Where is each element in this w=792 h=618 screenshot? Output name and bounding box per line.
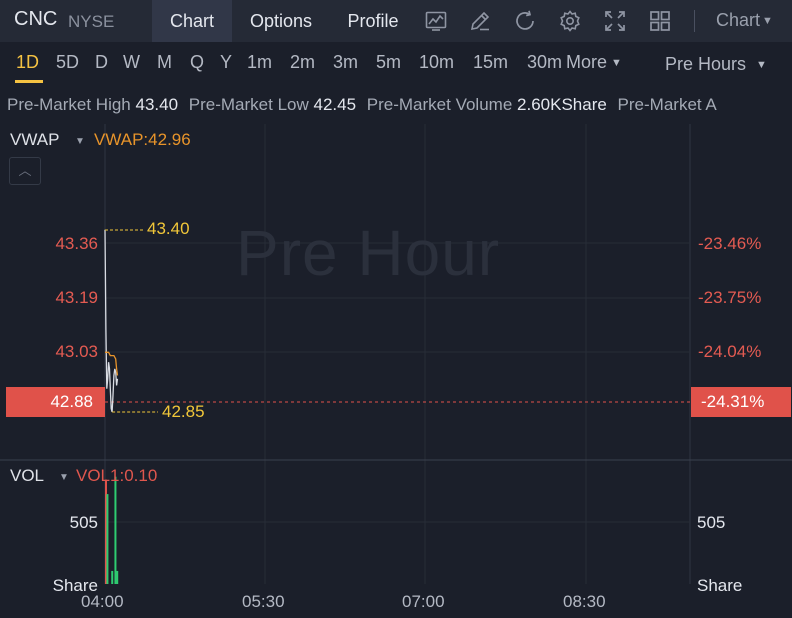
price-series-line xyxy=(104,229,119,413)
volume-bar xyxy=(111,570,114,584)
period-bar: 1D 5D D W M Q Y 1m 2m 3m 5m 10m 15m 30m … xyxy=(0,42,792,88)
period-10m[interactable]: 10m xyxy=(419,52,454,73)
current-percent-tag: -24.31% xyxy=(691,387,791,417)
premarket-high-label: Pre-Market High xyxy=(7,95,131,114)
chart-canvas[interactable] xyxy=(0,124,792,618)
percent-axis-label: -24.04% xyxy=(698,342,762,361)
low-marker-label: 42.85 xyxy=(162,402,205,421)
chevron-down-icon[interactable]: ▼ xyxy=(59,472,69,483)
period-w[interactable]: W xyxy=(123,52,140,73)
tab-profile[interactable]: Profile xyxy=(330,0,416,42)
volume-bar xyxy=(114,476,117,584)
volume-bar xyxy=(106,494,109,584)
exchange-label: NYSE xyxy=(68,12,115,31)
time-axis-label: 08:30 xyxy=(563,592,606,611)
price-axis-label: 43.36 xyxy=(55,234,98,253)
chart-menu-button[interactable]: Chart ▼ xyxy=(716,10,773,31)
tab-options[interactable]: Options xyxy=(234,0,328,42)
chevron-down-icon: ▼ xyxy=(611,57,622,69)
fullscreen-icon[interactable] xyxy=(603,9,627,33)
refresh-icon[interactable] xyxy=(513,9,537,33)
premarket-volume-value: 2.60KShare xyxy=(517,95,607,114)
chevron-up-icon: ︿ xyxy=(18,163,32,178)
main-indicator-name[interactable]: VWAP xyxy=(10,130,59,150)
session-label: Pre Hours xyxy=(665,54,747,74)
current-price-tag: 42.88 xyxy=(6,387,105,417)
period-15m[interactable]: 15m xyxy=(473,52,508,73)
premarket-stats: Pre-Market High 43.40 Pre-Market Low 42.… xyxy=(0,90,792,120)
time-axis-label: 05:30 xyxy=(242,592,285,611)
premarket-low-label: Pre-Market Low xyxy=(188,95,309,114)
session-watermark: Pre Hour xyxy=(236,217,501,289)
volume-bar xyxy=(116,570,119,584)
tab-chart[interactable]: Chart xyxy=(152,0,232,42)
high-marker-label: 43.40 xyxy=(147,219,190,238)
more-periods-button[interactable]: More ▼ xyxy=(566,52,622,73)
settings-gear-icon[interactable] xyxy=(558,9,582,33)
period-2m[interactable]: 2m xyxy=(290,52,315,73)
draw-pen-icon[interactable] xyxy=(468,9,492,33)
period-5m[interactable]: 5m xyxy=(376,52,401,73)
active-period-indicator xyxy=(15,80,43,83)
collapse-panel-button[interactable]: ︿ xyxy=(9,157,41,185)
time-axis-label: 07:00 xyxy=(402,592,445,611)
period-5d[interactable]: 5D xyxy=(56,52,79,73)
price-axis-label: 43.03 xyxy=(55,342,98,361)
period-q[interactable]: Q xyxy=(190,52,204,73)
period-3m[interactable]: 3m xyxy=(333,52,358,73)
period-m[interactable]: M xyxy=(157,52,172,73)
percent-axis-label: -23.75% xyxy=(698,288,762,307)
chevron-down-icon[interactable]: ▼ xyxy=(75,136,85,147)
chevron-down-icon: ▼ xyxy=(762,15,773,27)
toolbar-divider xyxy=(694,10,695,32)
volume-indicator-name[interactable]: VOL xyxy=(10,466,44,486)
percent-axis-label: -23.46% xyxy=(698,234,762,253)
premarket-volume-label: Pre-Market Volume xyxy=(366,95,513,114)
period-30m[interactable]: 30m xyxy=(527,52,565,73)
premarket-low-value: 42.45 xyxy=(313,95,357,114)
volume-axis-label: 505 xyxy=(69,513,98,532)
period-1m[interactable]: 1m xyxy=(247,52,272,73)
chart-menu-label: Chart xyxy=(716,10,761,30)
period-d[interactable]: D xyxy=(95,52,108,73)
chevron-down-icon: ▼ xyxy=(756,59,767,71)
price-axis-label: 43.19 xyxy=(55,288,98,307)
premarket-high-value: 43.40 xyxy=(135,95,179,114)
volume-unit-label: Share xyxy=(697,576,743,595)
volume-indicator-value: VOL1:0.10 xyxy=(76,466,158,485)
period-y[interactable]: Y xyxy=(220,52,232,73)
volume-axis-label: 505 xyxy=(697,513,726,532)
chart-area[interactable]: Pre Hour VWAP ▼ VWAP:42.96 ︿ 43.36 43.19… xyxy=(0,124,792,618)
session-select[interactable]: Pre Hours ▼ xyxy=(665,54,767,75)
ticker-symbol: CNC xyxy=(14,8,58,30)
period-1d[interactable]: 1D xyxy=(16,52,39,73)
time-axis-label: 04:00 xyxy=(81,592,124,611)
vwap-value: VWAP:42.96 xyxy=(94,130,191,149)
more-label: More xyxy=(566,52,608,72)
top-toolbar: CNC NYSE Chart Options Profile Chart ▼ xyxy=(0,0,792,42)
premarket-amount-label: Pre-Market A xyxy=(617,95,717,114)
layout-grid-icon[interactable] xyxy=(648,9,672,33)
chart-type-icon[interactable] xyxy=(424,9,448,33)
